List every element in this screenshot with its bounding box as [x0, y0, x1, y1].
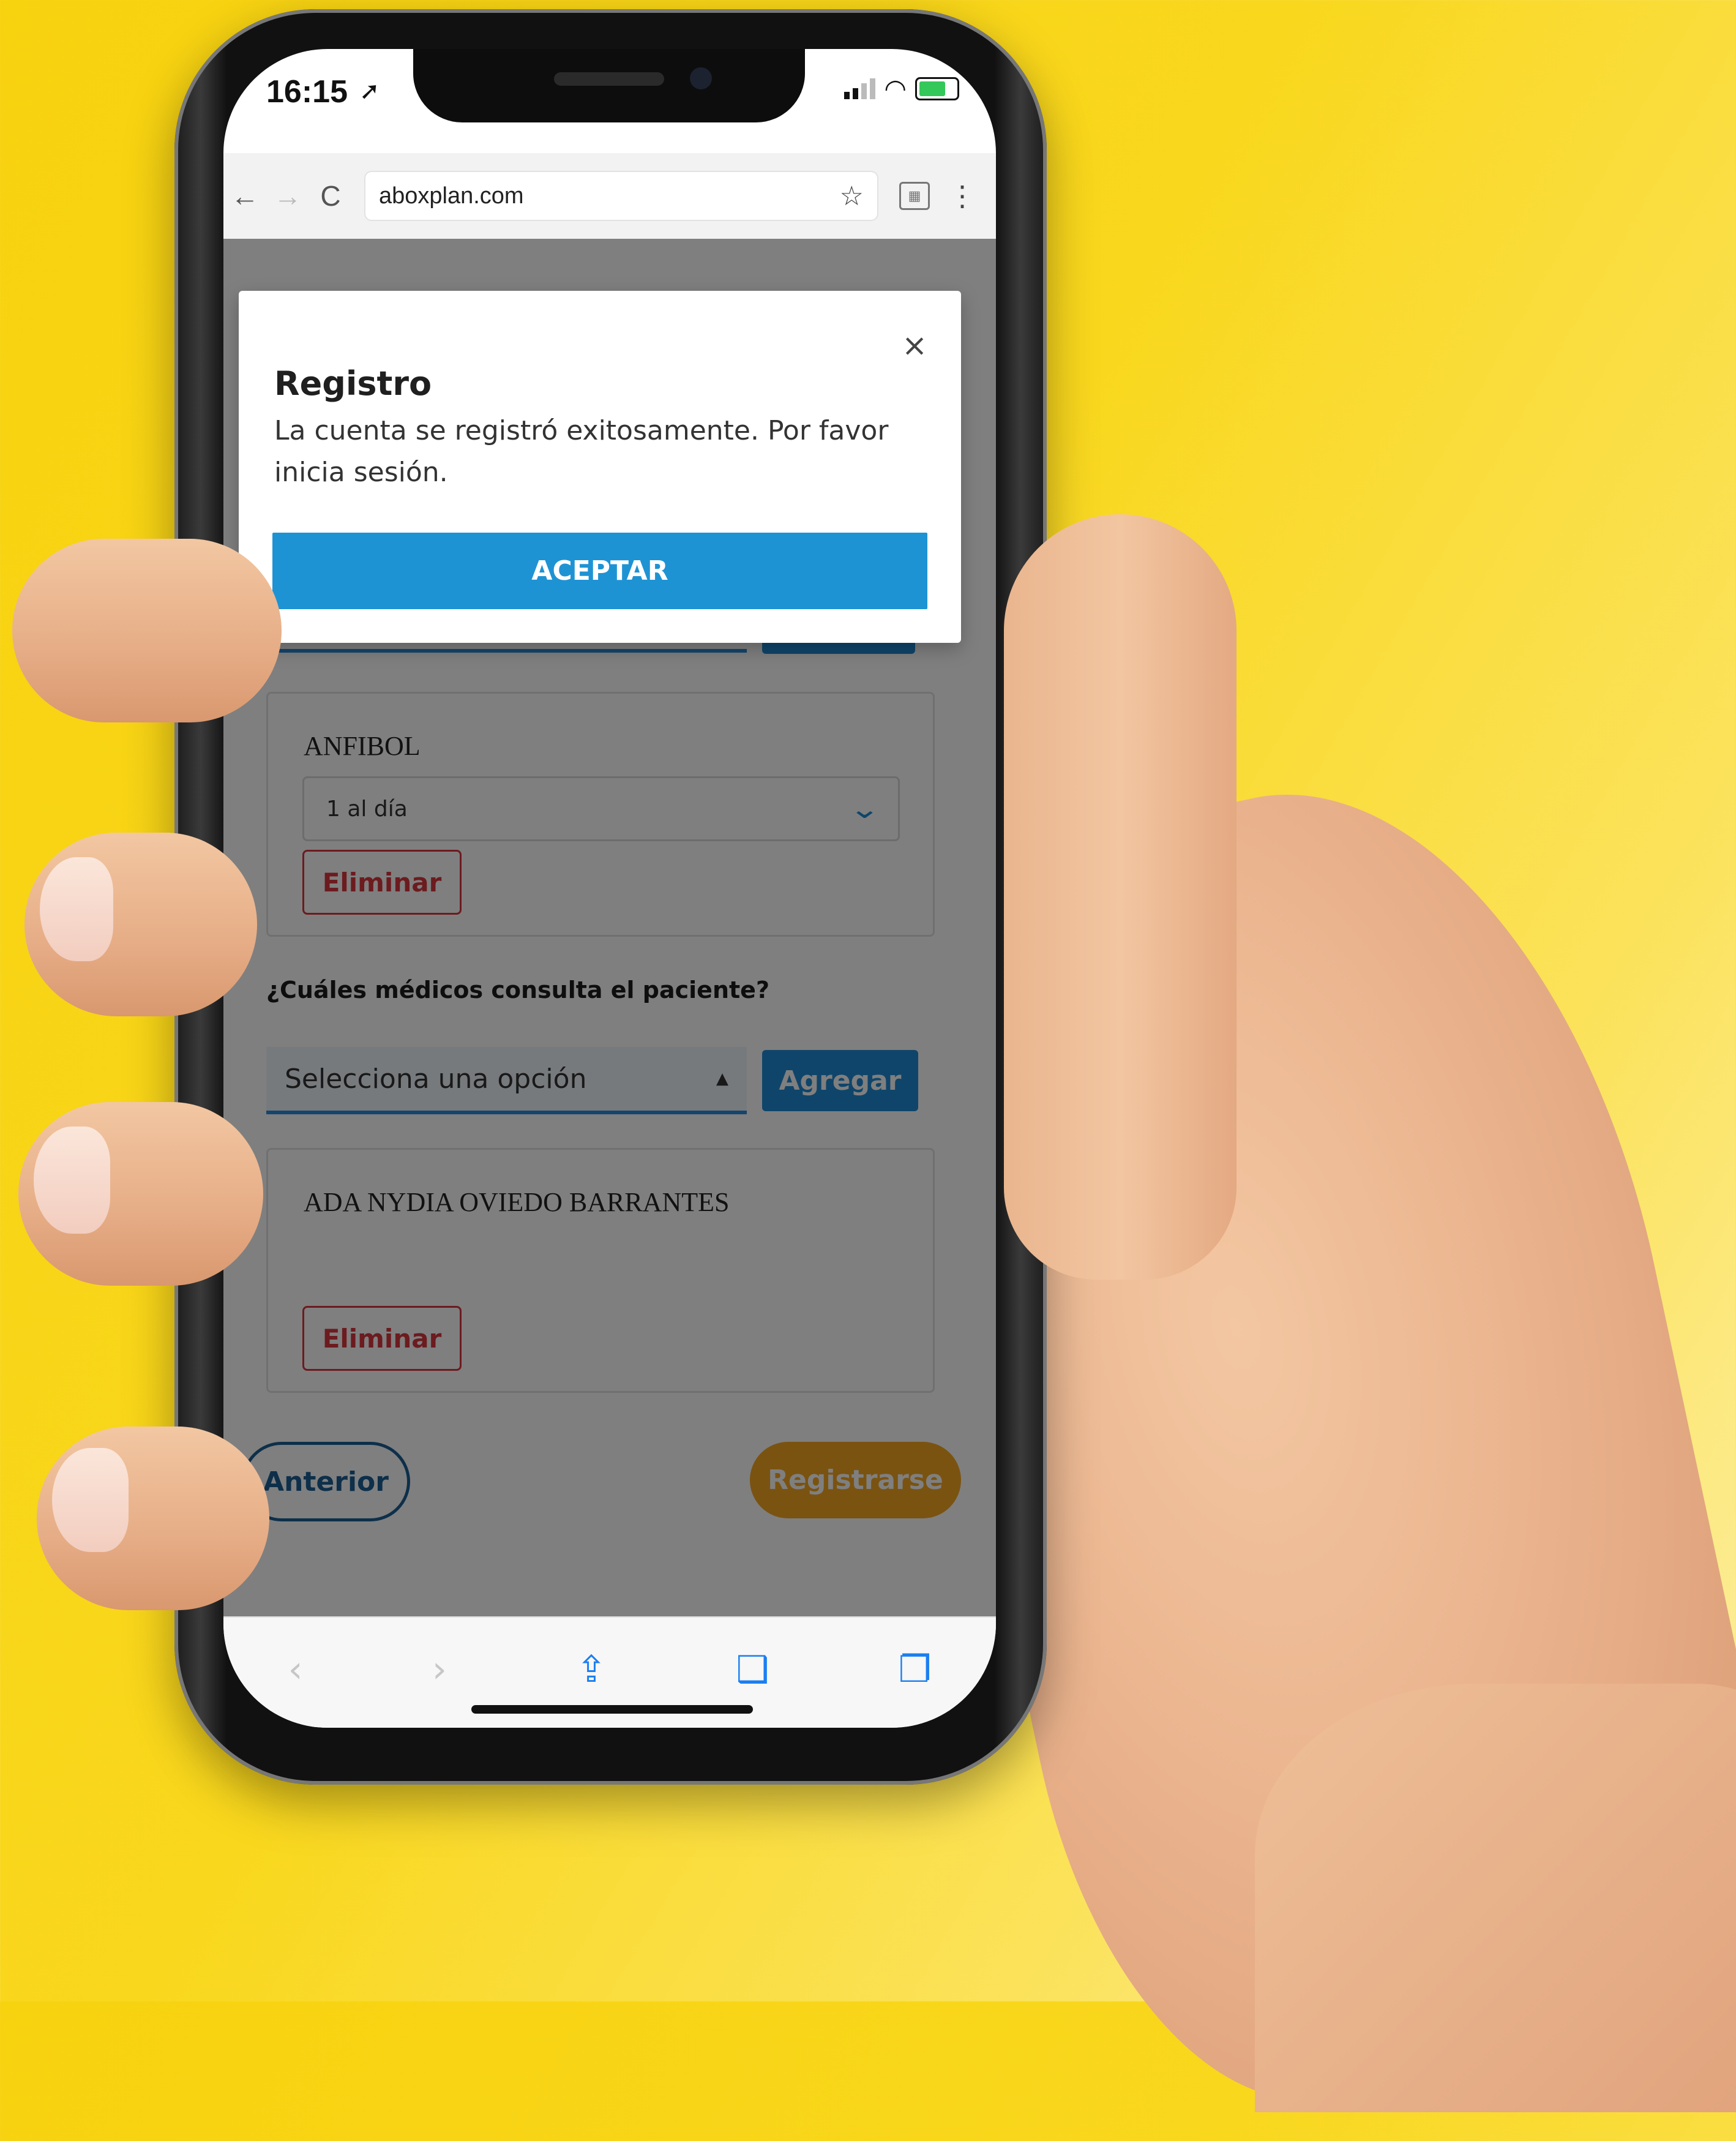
wifi-icon: ◠ — [884, 74, 907, 103]
share-icon[interactable]: ⇪ — [576, 1648, 607, 1691]
status-icons: ◠ — [844, 74, 959, 103]
reload-icon[interactable]: C — [309, 179, 352, 212]
signal-icon — [844, 78, 876, 99]
address-bar[interactable]: aboxplan.com ☆ — [364, 171, 878, 221]
phone-notch — [413, 49, 805, 122]
battery-charging-icon — [915, 77, 959, 100]
bookmark-star-icon[interactable]: ☆ — [840, 181, 864, 212]
speaker-grille — [554, 72, 664, 86]
close-icon[interactable]: × — [902, 328, 927, 363]
browser-toolbar: ← → C aboxplan.com ☆ ▦ ⋮ — [223, 153, 996, 239]
accept-button[interactable]: ACEPTAR — [272, 533, 927, 609]
forward-arrow-icon[interactable]: → — [266, 179, 309, 212]
forward-chevron-icon[interactable]: › — [432, 1648, 447, 1691]
location-arrow-icon: ➚ — [359, 78, 380, 105]
back-arrow-icon[interactable]: ← — [223, 179, 266, 212]
registration-success-modal: × Registro La cuenta se registró exitosa… — [239, 291, 961, 643]
fingernail — [34, 1127, 110, 1234]
back-chevron-icon[interactable]: ‹ — [288, 1648, 303, 1691]
hand-thumb — [1004, 514, 1237, 1280]
fingernail — [40, 857, 113, 961]
status-time: 16:15 — [266, 74, 348, 110]
browser-menu-icon[interactable]: ⋮ — [948, 179, 976, 212]
modal-message: La cuenta se registró exitosamente. Por … — [274, 415, 889, 488]
tabs-icon[interactable]: ❐ — [899, 1648, 932, 1691]
front-camera — [690, 67, 712, 89]
fingernail — [52, 1448, 129, 1552]
home-indicator — [471, 1705, 753, 1714]
hand-finger-1 — [12, 539, 282, 722]
phone-screen: 16:15 ➚ ◠ ← → C aboxplan.com ☆ ▦ ⋮ ANFIB… — [223, 49, 996, 1728]
hand-wrist — [1255, 1684, 1736, 2112]
tabs-grid-icon[interactable]: ▦ — [899, 182, 930, 210]
bookmarks-icon[interactable]: ❑ — [736, 1648, 769, 1691]
modal-title: Registro — [274, 364, 432, 403]
url-text: aboxplan.com — [379, 182, 524, 209]
